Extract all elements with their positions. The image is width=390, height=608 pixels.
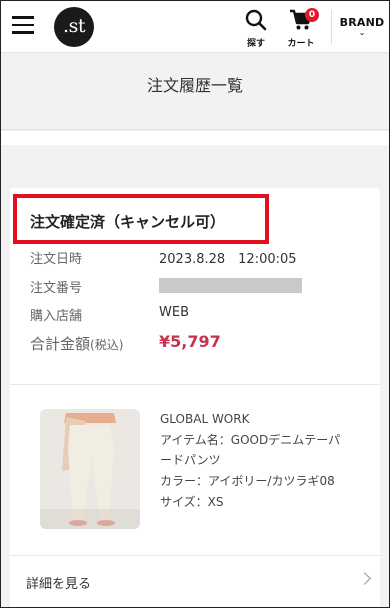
cart-label: カート xyxy=(287,39,315,49)
spacer xyxy=(0,131,390,145)
order-number-redacted xyxy=(159,278,302,293)
cart-button[interactable]: 0 カート xyxy=(284,8,319,49)
logo[interactable]: .st xyxy=(54,7,94,47)
store-value: WEB xyxy=(159,305,189,320)
order-number-label: 注文番号 xyxy=(30,281,83,296)
view-details-link[interactable]: 詳細を見る xyxy=(26,573,91,592)
status-highlight-box xyxy=(13,194,269,244)
search-button[interactable]: 探す xyxy=(243,9,269,49)
order-date-label: 注文日時 xyxy=(30,252,83,267)
page-title-bar: 注文履歴一覧 xyxy=(0,54,390,130)
product-brand: GLOBAL WORK xyxy=(160,412,250,426)
total-value: ¥5,797 xyxy=(159,332,221,351)
brand-menu-button[interactable]: BRAND ⌄ xyxy=(338,16,386,37)
divider xyxy=(10,555,380,556)
cart-count-badge: 0 xyxy=(305,8,319,22)
page-title: 注文履歴一覧 xyxy=(146,76,243,95)
product-image[interactable] xyxy=(40,409,140,529)
total-label: 合計金額(税込) xyxy=(30,335,124,353)
product-size: サイズ：XS xyxy=(160,495,224,509)
menu-icon[interactable] xyxy=(12,16,34,34)
order-date-value: 2023.8.28 12:00:05 xyxy=(159,252,297,267)
product-photo-placeholder xyxy=(40,409,140,529)
store-label: 購入店舗 xyxy=(30,309,83,324)
product-color: カラー：アイボリー/カツラギ08 xyxy=(160,474,335,488)
product-name-line1: アイテム名：GOODデニムテーパ xyxy=(160,433,341,447)
divider xyxy=(10,384,380,385)
search-icon xyxy=(245,9,267,31)
header-divider xyxy=(331,10,332,44)
search-label: 探す xyxy=(246,39,265,49)
product-name-line2: ードパンツ xyxy=(160,453,221,467)
chevron-down-icon: ⌄ xyxy=(358,28,366,37)
header: .st 探す 0 カート BRAND ⌄ xyxy=(0,0,390,53)
